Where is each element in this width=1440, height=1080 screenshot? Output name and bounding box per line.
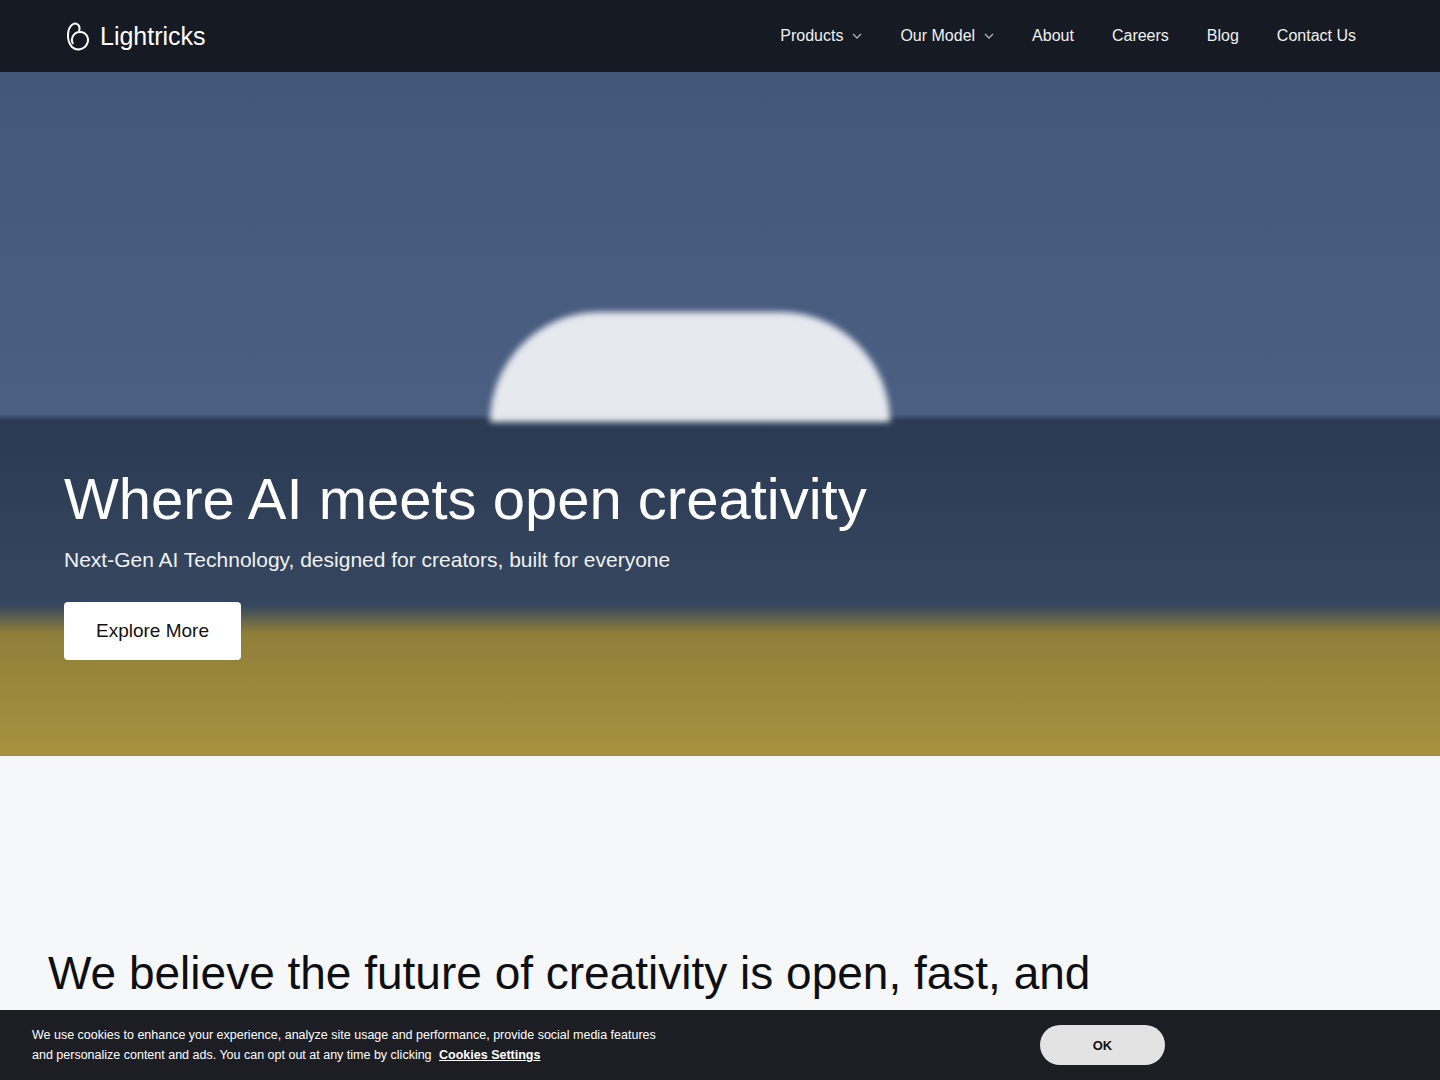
site-header: Lightricks Products Our Model About Care… bbox=[0, 0, 1440, 72]
belief-section: We believe the future of creativity is o… bbox=[0, 756, 1440, 1001]
nav-item[interactable]: About bbox=[1032, 27, 1074, 45]
cookie-settings-link[interactable]: Cookies Settings bbox=[439, 1048, 540, 1062]
hero-subtitle: Next-Gen AI Technology, designed for cre… bbox=[64, 548, 670, 572]
cloud bbox=[490, 312, 890, 422]
explore-button[interactable]: Explore More bbox=[64, 602, 241, 660]
nav-item[interactable]: Our Model bbox=[900, 27, 994, 45]
logo-icon bbox=[64, 20, 92, 52]
cookie-text: We use cookies to enhance your experienc… bbox=[32, 1025, 662, 1065]
page: Lightricks Products Our Model About Care… bbox=[0, 0, 1440, 1080]
chevron-down-icon bbox=[984, 33, 994, 39]
logo[interactable]: Lightricks bbox=[64, 20, 206, 52]
nav-item[interactable]: Blog bbox=[1207, 27, 1239, 45]
logo-text: Lightricks bbox=[100, 22, 206, 51]
cookie-banner: We use cookies to enhance your experienc… bbox=[0, 1010, 1440, 1080]
nav-item[interactable]: Contact Us bbox=[1277, 27, 1356, 45]
nav-item[interactable]: Products bbox=[780, 27, 862, 45]
hero-content: Where AI meets open creativity Next-Gen … bbox=[0, 72, 1440, 756]
nav-item[interactable]: Careers bbox=[1112, 27, 1169, 45]
main-nav: Products Our Model About Careers Blog Co… bbox=[780, 27, 1356, 45]
hero-title: Where AI meets open creativity bbox=[64, 464, 867, 534]
cookie-ok-button[interactable]: OK bbox=[1040, 1025, 1165, 1065]
belief-heading: We believe the future of creativity is o… bbox=[48, 946, 1392, 1001]
chevron-down-icon bbox=[852, 33, 862, 39]
hero: Where AI meets open creativity Next-Gen … bbox=[0, 72, 1440, 756]
